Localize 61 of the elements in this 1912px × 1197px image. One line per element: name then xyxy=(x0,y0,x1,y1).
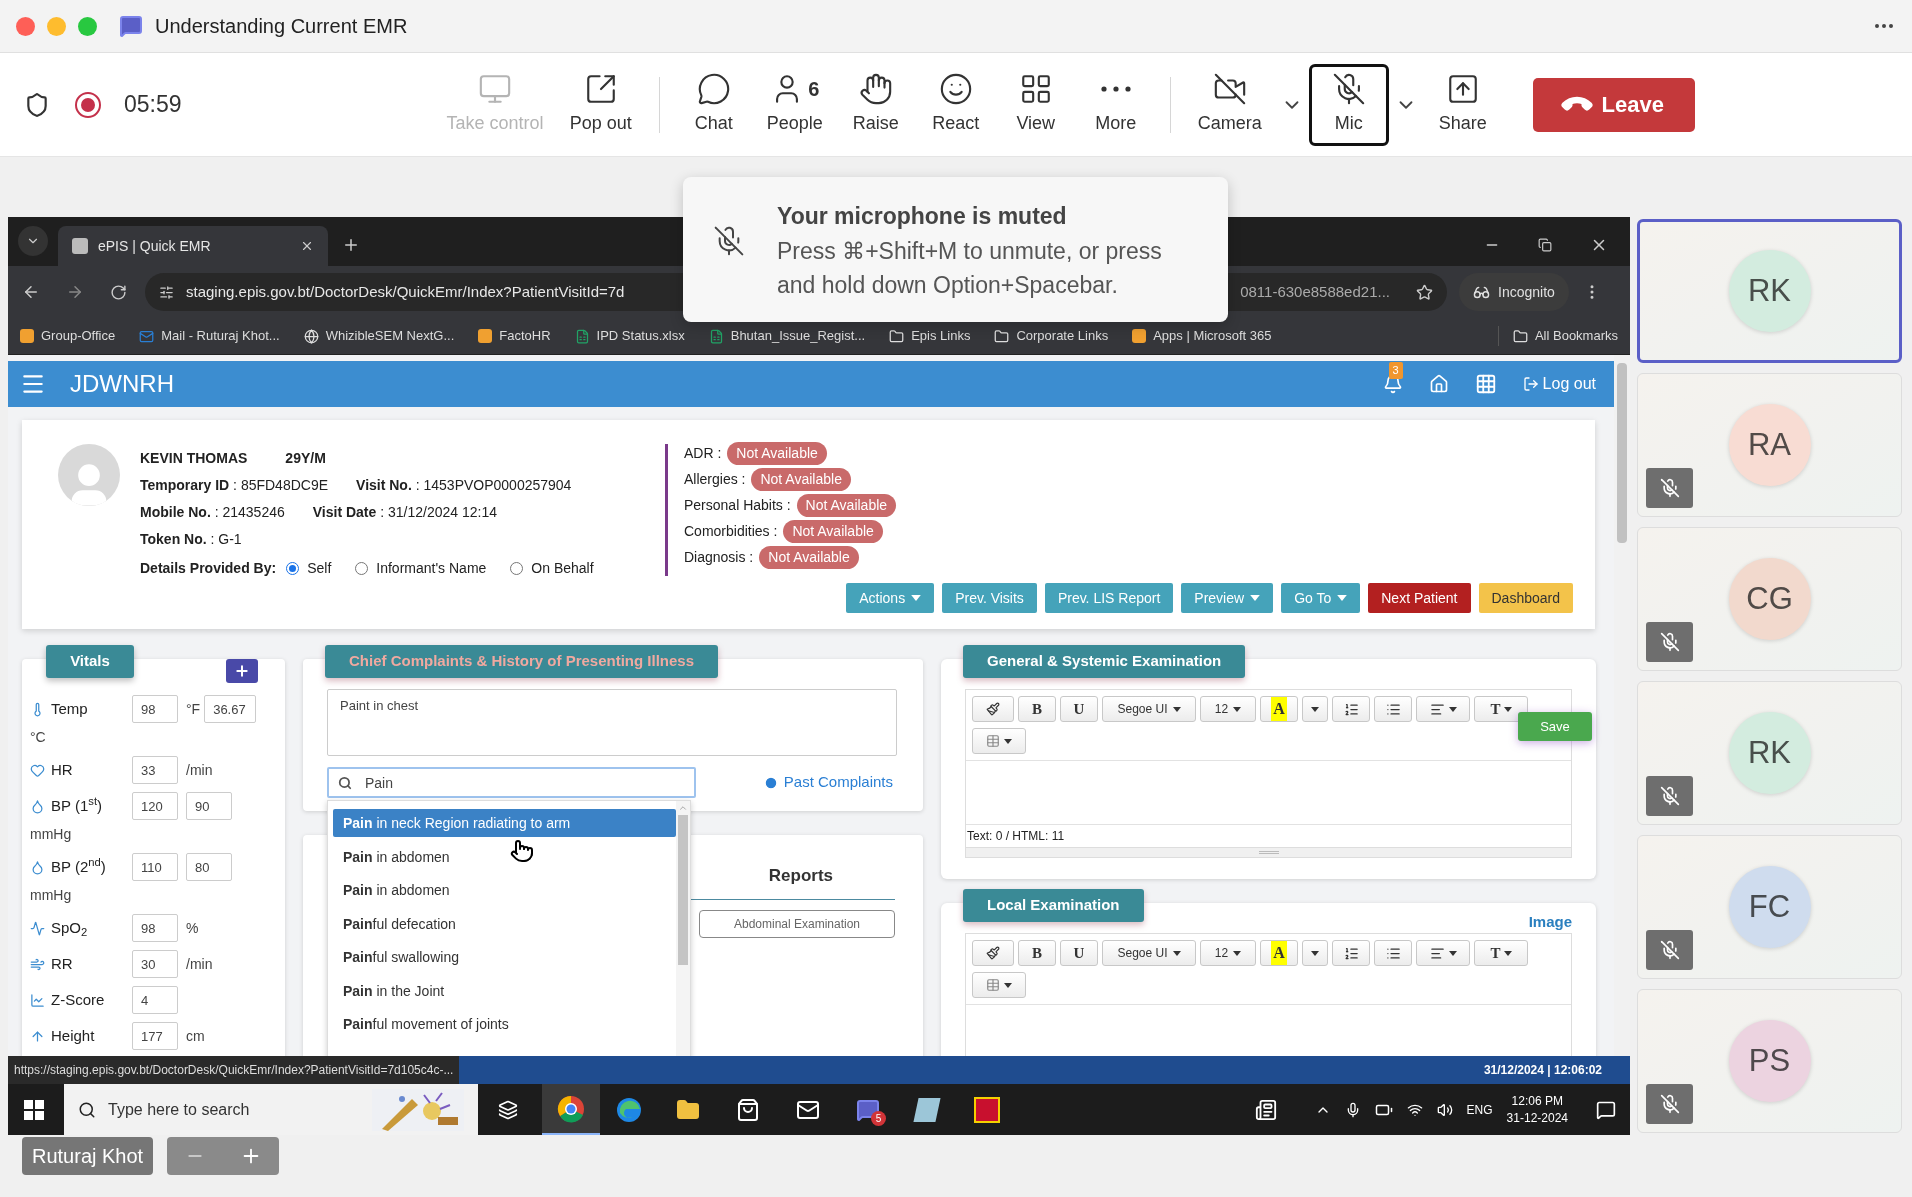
toast-title: Your microphone is muted xyxy=(777,202,1068,231)
alert-label: Allergies : xyxy=(684,470,746,489)
notification-badge: 3 xyxy=(1388,362,1403,379)
people-count: 6 xyxy=(808,77,820,102)
vital-label: SpO$_{2}$ xyxy=(51,917,88,940)
patient-age: 29Y/M xyxy=(285,449,326,468)
alert-label: Comorbidities : xyxy=(684,522,778,541)
window-title: Understanding Current EMR xyxy=(155,14,408,39)
alert-label: Diagnosis : xyxy=(684,548,754,567)
alert-badge: Not Available xyxy=(751,468,851,491)
avatar: CG xyxy=(1728,558,1811,640)
avatar: RK xyxy=(1728,250,1811,332)
editor-counter: Text: 0 / HTML: 11 xyxy=(966,828,1066,845)
patient-field: Token No. : G-1 xyxy=(140,529,242,550)
vital-unit: % xyxy=(186,918,199,938)
vital-unit: °F xyxy=(186,699,201,719)
patient-name: KEVIN THOMAS xyxy=(140,449,248,468)
radio-label: On Behalf xyxy=(531,559,594,578)
vital-label: Height xyxy=(51,1025,95,1046)
vital-label: HR xyxy=(51,759,73,780)
vital-unit: mmHg xyxy=(30,825,72,844)
taskbar-time: 12:06 PM xyxy=(1511,1092,1563,1110)
patient-field: Temporary ID : 85FD48DC9E xyxy=(140,475,329,496)
vital-unit: °C xyxy=(30,728,46,747)
alert-label: Personal Habits : xyxy=(684,496,791,515)
alert-badge: Not Available xyxy=(727,442,827,465)
alert-badge: Not Available xyxy=(759,546,859,569)
alert-badge: Not Available xyxy=(796,494,897,517)
meeting-timer: 05:59 xyxy=(124,90,182,120)
vital-unit: /min xyxy=(186,954,213,974)
avatar: RA xyxy=(1728,404,1811,486)
vital-label: RR xyxy=(51,953,73,974)
alert-badge: Not Available xyxy=(783,520,883,543)
tab-title: ePIS | Quick EMR xyxy=(98,236,211,256)
avatar: PS xyxy=(1728,1020,1811,1102)
vital-label: BP (2$^{nd}$) xyxy=(51,855,106,877)
patient-field: Mobile No. : 21435246 xyxy=(140,502,285,523)
brand-name: JDWNRH xyxy=(70,369,174,399)
vital-unit: cm xyxy=(186,1026,205,1046)
patient-field: Visit Date : 31/12/2024 12:14 xyxy=(312,502,497,523)
provided-by-label: Details Provided By: xyxy=(140,559,277,578)
vital-label: Temp xyxy=(51,698,88,719)
alert-label: ADR : xyxy=(684,444,722,463)
vital-unit: /min xyxy=(186,760,213,780)
avatar: RK xyxy=(1728,712,1811,794)
reports-heading: Reports xyxy=(768,865,833,887)
radio-label: Self xyxy=(307,559,332,578)
presenter-name-tag: Ruturaj Khot xyxy=(22,1137,154,1175)
toast-message: Press ⌘+Shift+M to unmute, or press and hold down Option+Spacebar. xyxy=(777,236,1163,300)
vital-unit: mmHg xyxy=(30,886,72,905)
search-placeholder: Type here to search xyxy=(108,1099,250,1120)
link-preview: https://staging.epis.gov.bt/DoctorDesk/QuickEmr/Index?PatientVisitId=7d105c4c-... xyxy=(8,1056,460,1084)
taskbar-date: 31-12-2024 xyxy=(1506,1109,1568,1127)
avatar: FC xyxy=(1728,866,1811,948)
status-datetime: 31/12/2024 | 12:06:02 xyxy=(1483,1062,1602,1079)
address-text: staging.epis.gov.bt/DoctorDesk/QuickEmr/Index?PatientVisitId=7d xyxy=(186,281,625,302)
radio-label: Informant's Name xyxy=(376,559,487,578)
vital-label: Z-Score xyxy=(51,989,105,1010)
patient-field: Visit No. : 1453PVOP0000257904 xyxy=(356,475,572,496)
vital-label: BP (1$^{st}$) xyxy=(51,794,102,816)
address-text: 0811-630e8588ed21... xyxy=(1240,281,1390,302)
